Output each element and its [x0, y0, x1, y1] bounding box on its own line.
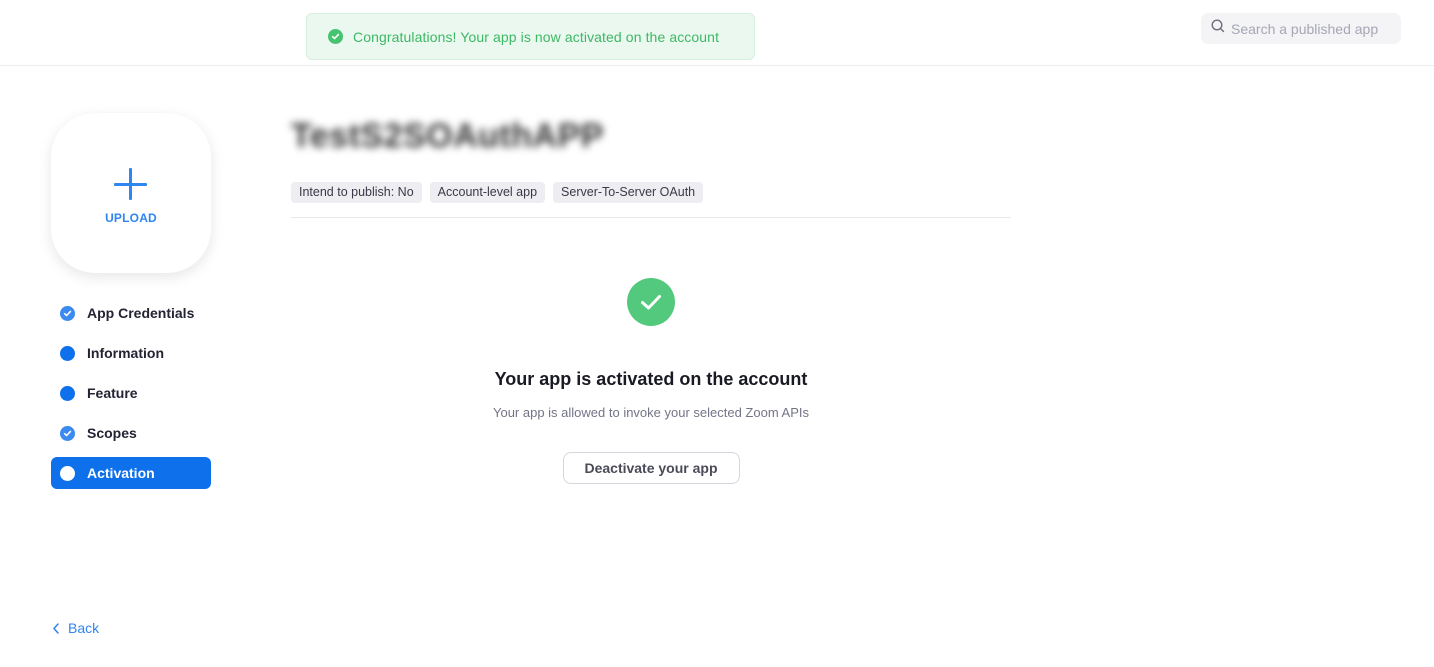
sidebar-item-activation[interactable]: Activation	[51, 457, 211, 489]
sidebar-item-information[interactable]: Information	[51, 337, 211, 369]
tag-publish: Intend to publish: No	[291, 182, 422, 203]
activation-description: Your app is allowed to invoke your selec…	[492, 405, 810, 420]
sidebar-item-scopes[interactable]: Scopes	[51, 417, 211, 449]
divider	[291, 217, 1011, 218]
dot-icon	[60, 345, 75, 361]
upload-button[interactable]: UPLOAD	[51, 113, 211, 273]
tag-app-level: Account-level app	[429, 182, 546, 203]
app-tags: Intend to publish: No Account-level app …	[291, 182, 1011, 203]
sidebar-item-label: App Credentials	[87, 305, 195, 321]
tag-app-type: Server-To-Server OAuth	[553, 182, 704, 203]
check-circle-icon	[60, 425, 75, 441]
back-link[interactable]: Back	[52, 620, 99, 636]
sidebar-nav: App Credentials Information Feature Scop…	[51, 297, 211, 497]
activation-panel: Your app is activated on the account You…	[291, 278, 1011, 484]
deactivate-button[interactable]: Deactivate your app	[562, 452, 740, 484]
sidebar-item-label: Feature	[87, 385, 138, 401]
sidebar-item-app-credentials[interactable]: App Credentials	[51, 297, 211, 329]
success-check-icon	[627, 278, 675, 326]
chevron-left-icon	[53, 622, 59, 634]
sidebar-item-feature[interactable]: Feature	[51, 377, 211, 409]
sidebar-item-label: Activation	[87, 465, 155, 481]
sidebar-item-label: Information	[87, 345, 164, 361]
upload-label: UPLOAD	[105, 210, 157, 225]
success-toast: Congratulations! Your app is now activat…	[306, 13, 755, 60]
sidebar-item-label: Scopes	[87, 425, 137, 441]
check-circle-icon	[328, 29, 343, 44]
dot-icon	[60, 465, 75, 481]
dot-icon	[60, 385, 75, 401]
search-box[interactable]	[1201, 13, 1401, 44]
back-label: Back	[68, 620, 100, 636]
search-icon	[1211, 19, 1225, 38]
plus-icon	[114, 167, 148, 202]
toast-message: Congratulations! Your app is now activat…	[353, 28, 720, 45]
top-bar: Congratulations! Your app is now activat…	[0, 0, 1434, 66]
activation-heading: Your app is activated on the account	[494, 369, 808, 389]
app-title: TestS2SOAuthAPP	[291, 117, 604, 155]
search-input[interactable]	[1231, 20, 1391, 37]
app-header: TestS2SOAuthAPP Intend to publish: No Ac…	[291, 110, 1011, 218]
check-circle-icon	[60, 305, 75, 321]
